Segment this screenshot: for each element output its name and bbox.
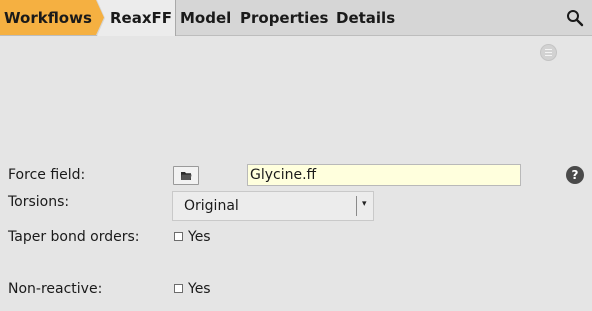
breadcrumb-reaxff-label: ReaxFF [110, 9, 173, 27]
torsions-label: Torsions: [8, 194, 70, 210]
chevron-down-icon: ▾ [362, 199, 367, 209]
breadcrumb-reaxff[interactable]: ReaxFF [97, 0, 176, 36]
taper-bond-orders-yes-label[interactable]: Yes [188, 229, 211, 245]
menu-model[interactable]: Model [180, 9, 231, 27]
breadcrumb-workflows-label: Workflows [4, 8, 92, 27]
force-field-input[interactable] [247, 164, 521, 186]
search-icon[interactable] [566, 9, 584, 27]
help-icon[interactable]: ? [566, 166, 584, 184]
browse-folder-button[interactable] [173, 166, 199, 185]
panel-menu-icon[interactable] [540, 44, 557, 61]
taper-bond-orders-checkbox[interactable] [174, 232, 183, 241]
select-divider [356, 196, 357, 216]
folder-icon [181, 172, 192, 180]
non-reactive-label: Non-reactive: [8, 281, 103, 297]
force-field-label: Force field: [8, 167, 86, 183]
non-reactive-checkbox[interactable] [174, 284, 183, 293]
menu-properties[interactable]: Properties [240, 9, 328, 27]
torsions-selected-value: Original [184, 198, 239, 214]
menu-details[interactable]: Details [336, 9, 395, 27]
torsions-select[interactable]: Original ▾ [172, 191, 374, 221]
breadcrumb-workflows[interactable]: Workflows [0, 0, 104, 35]
non-reactive-yes-label[interactable]: Yes [188, 281, 211, 297]
top-nav-bar: Workflows ReaxFF Model Properties Detail… [0, 0, 592, 36]
taper-bond-orders-label: Taper bond orders: [8, 229, 140, 245]
